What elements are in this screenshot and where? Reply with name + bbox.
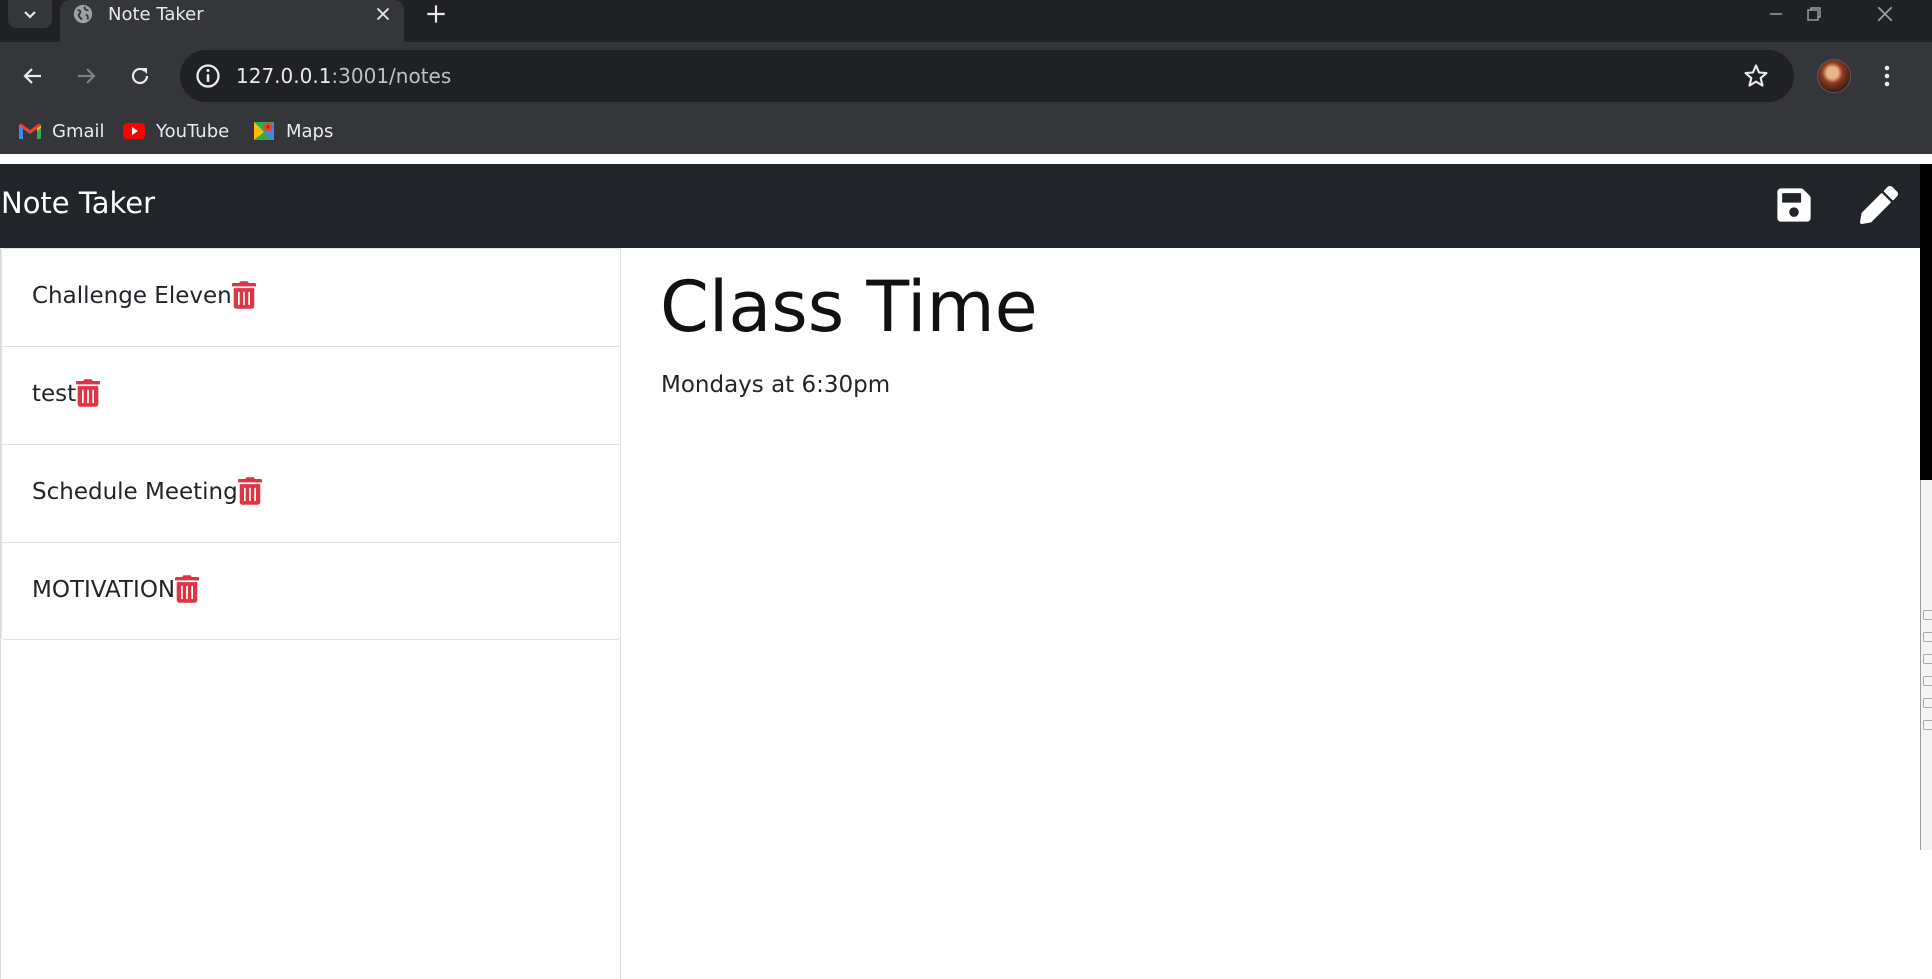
note-title-field[interactable]: Class Time (660, 266, 1038, 348)
note-title[interactable]: Challenge Eleven (32, 283, 232, 309)
list-item[interactable]: test (2, 347, 620, 445)
restore-button[interactable] (1786, 0, 1842, 28)
trash-icon[interactable] (175, 575, 200, 603)
forward-button[interactable] (68, 58, 104, 94)
close-window-button[interactable] (1857, 0, 1913, 28)
trash-icon[interactable] (237, 477, 262, 505)
list-item[interactable]: MOTIVATION (2, 543, 620, 639)
bookmark-youtube[interactable]: YouTube (122, 120, 229, 142)
profile-avatar[interactable] (1817, 59, 1851, 93)
tab-title: Note Taker (108, 4, 204, 25)
notes-sidebar: Challenge Eleven test Schedule Meeting M… (0, 248, 621, 979)
globe-icon (73, 4, 93, 24)
arrow-left-icon (23, 68, 41, 84)
bookmarks-bar: Gmail YouTube Maps (0, 112, 1932, 152)
app-brand[interactable]: Note Taker (1, 186, 155, 220)
info-icon[interactable] (194, 62, 222, 90)
back-button[interactable] (15, 58, 51, 94)
gmail-icon (19, 123, 41, 139)
background-window-edge (1920, 164, 1932, 480)
restore-icon (1807, 7, 1821, 21)
youtube-icon (123, 123, 145, 139)
browser-toolbar: 127.0.0.1:3001/notes Gmail YouTube Maps (0, 42, 1932, 154)
bookmark-label: Maps (286, 120, 334, 142)
address-bar[interactable]: 127.0.0.1:3001/notes (180, 50, 1794, 102)
maps-icon (254, 122, 274, 140)
trash-icon[interactable] (76, 379, 101, 407)
note-editor: Class Time Mondays at 6:30pm (622, 248, 1920, 979)
plus-icon[interactable] (423, 1, 449, 27)
browser-menu-button[interactable] (1872, 58, 1902, 94)
star-icon[interactable] (1742, 62, 1770, 90)
browser-tab-strip: Note Taker (0, 0, 1932, 42)
reload-icon (131, 67, 149, 85)
list-item[interactable]: Schedule Meeting (2, 445, 620, 543)
tab-search-button[interactable] (8, 0, 52, 28)
note-title[interactable]: Schedule Meeting (32, 479, 238, 505)
reload-button[interactable] (122, 58, 158, 94)
note-text-field[interactable]: Mondays at 6:30pm (661, 372, 890, 398)
bookmark-gmail[interactable]: Gmail (18, 120, 105, 142)
pencil-icon[interactable] (1860, 186, 1898, 224)
note-title[interactable]: test (32, 381, 76, 407)
close-icon[interactable] (372, 3, 394, 25)
bookmark-maps[interactable]: Maps (252, 120, 333, 142)
background-window-edge (1920, 480, 1932, 850)
app-navbar: Note Taker (0, 164, 1920, 248)
browser-tab[interactable]: Note Taker (60, 0, 404, 42)
note-title[interactable]: MOTIVATION (32, 577, 175, 603)
trash-icon[interactable] (231, 281, 256, 309)
more-vertical-icon (1884, 65, 1890, 87)
notes-list: Challenge Eleven test Schedule Meeting M… (1, 248, 621, 640)
url-text[interactable]: 127.0.0.1:3001/notes (236, 64, 451, 88)
minimize-icon (1770, 13, 1782, 15)
chevron-down-icon (24, 11, 36, 19)
list-item[interactable]: Challenge Eleven (2, 249, 620, 347)
close-icon (1877, 6, 1893, 22)
bookmark-label: Gmail (52, 120, 105, 142)
arrow-right-icon (78, 68, 96, 84)
bookmark-label: YouTube (156, 120, 230, 142)
floppy-disk-icon[interactable] (1775, 186, 1813, 224)
